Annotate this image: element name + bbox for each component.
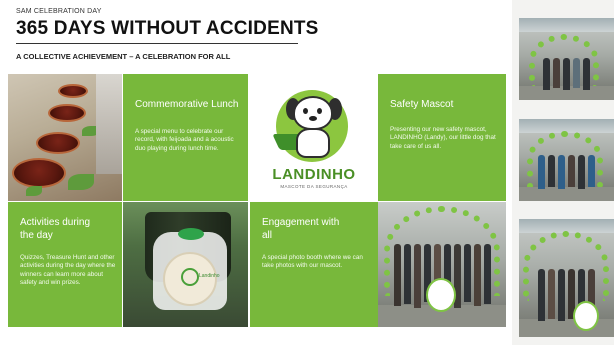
engagement-title: Engagement with all — [262, 217, 340, 241]
activities-tile: Activities during the day Quizzes, Treas… — [8, 202, 122, 327]
page-subtitle: A COLLECTIVE ACHIEVEMENT – A CELEBRATION… — [16, 52, 231, 61]
title-divider — [16, 43, 298, 44]
side-photo-3 — [519, 219, 614, 337]
mascot-tile: Safety Mascot Presenting our new safety … — [378, 74, 506, 201]
lunch-food-photo — [8, 74, 122, 201]
eyebrow-label: SAM CELEBRATION DAY — [16, 8, 102, 15]
side-photo-2 — [519, 119, 614, 201]
cross-icon — [181, 268, 199, 286]
dog-head-icon — [293, 96, 333, 130]
brand-name: LANDINHO — [272, 166, 356, 183]
lunch-tile: Commemorative Lunch A special menu to ce… — [123, 74, 248, 201]
mascot-text: Presenting our new safety mascot, LANDIN… — [390, 126, 496, 150]
lunch-text: A special menu to celebrate our record, … — [135, 128, 234, 152]
dog-eye-icon — [303, 108, 308, 114]
cookie-cup-photo: Landinho — [123, 202, 248, 327]
dog-nose-icon — [309, 116, 317, 121]
engagement-text: A special photo booth where we can take … — [262, 254, 363, 270]
mascot-costume — [573, 301, 599, 331]
mascot-costume — [426, 278, 456, 312]
cookie-label: Landinho — [199, 273, 220, 279]
lunch-title: Commemorative Lunch — [135, 99, 239, 110]
engagement-tile: Engagement with all A special photo boot… — [250, 202, 378, 327]
photo-booth-group-photo — [378, 202, 506, 327]
ribbon — [178, 228, 204, 240]
page-title: 365 DAYS WITHOUT ACCIDENTS — [16, 18, 319, 39]
slide: SAM CELEBRATION DAY 365 DAYS WITHOUT ACC… — [0, 0, 512, 345]
side-photo-1 — [519, 18, 614, 100]
mascot-title: Safety Mascot — [390, 99, 454, 110]
landinho-logo: LANDINHO MASCOTE DA SEGURANÇA — [250, 74, 378, 201]
dog-body-icon — [296, 128, 330, 158]
dog-eye-icon — [317, 108, 322, 114]
activities-title: Activities during the day — [20, 217, 91, 241]
activities-text: Quizzes, Treasure Hunt and other activit… — [20, 254, 116, 287]
brand-tagline: MASCOTE DA SEGURANÇA — [280, 184, 348, 189]
